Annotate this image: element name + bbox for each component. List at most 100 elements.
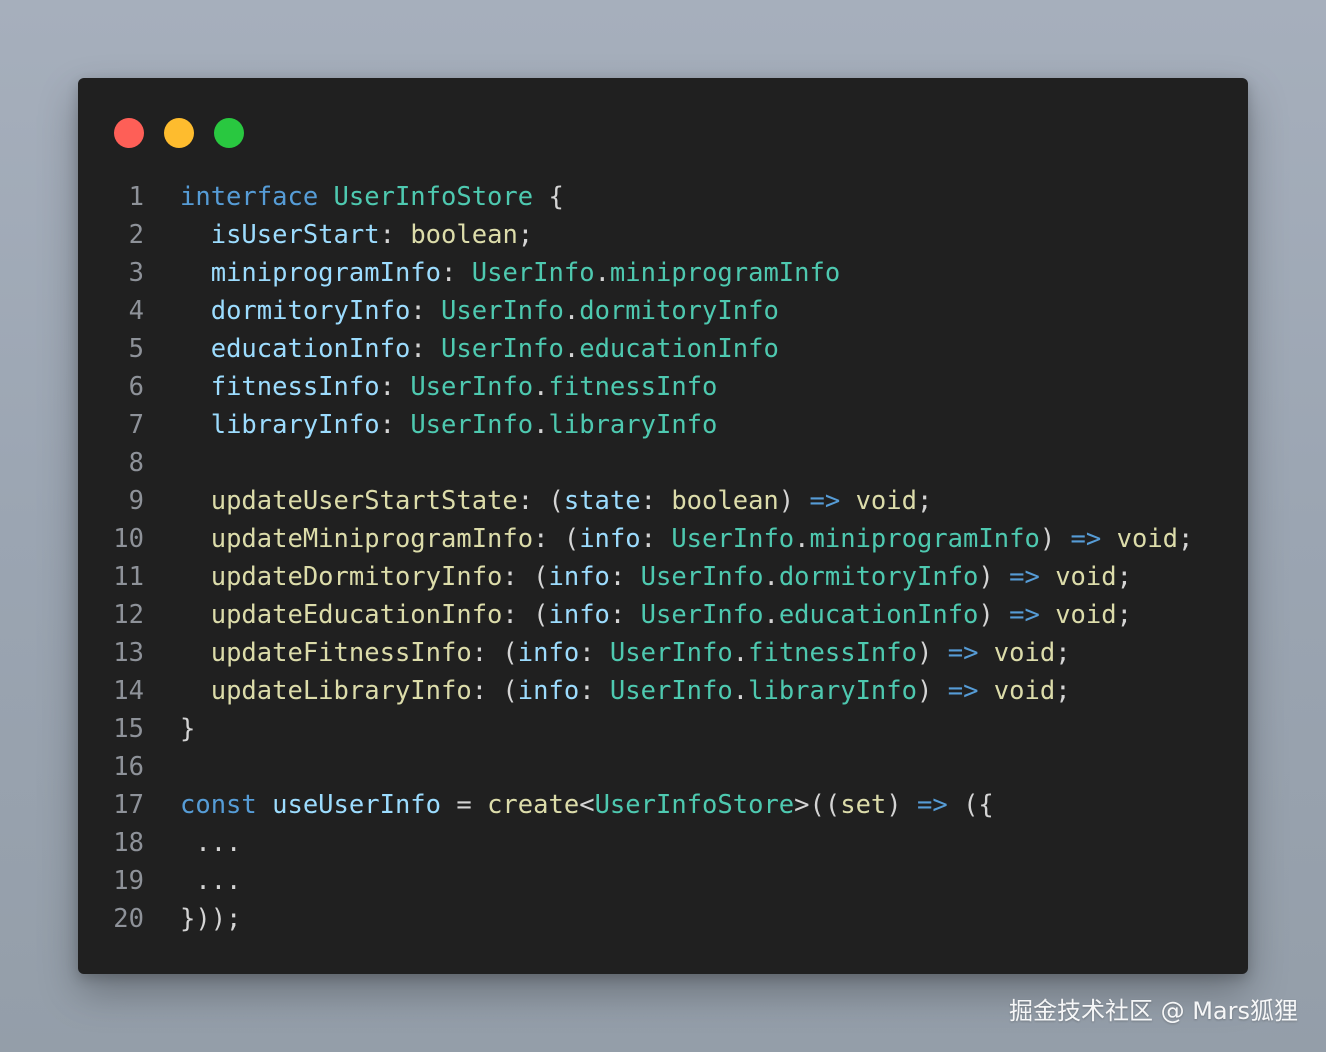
code-token: >(( — [794, 790, 841, 820]
code-line: 17 const useUserInfo = create<UserInfoSto… — [78, 786, 1248, 824]
code-token: create — [487, 790, 580, 820]
code-text: miniprogramInfo: UserInfo.miniprogramInf… — [180, 254, 841, 292]
code-token: ) — [778, 486, 810, 516]
code-text: updateUserStartState: (state: boolean) =… — [180, 482, 933, 520]
code-token: . — [732, 638, 749, 668]
code-token: : — [379, 220, 411, 250]
line-number: 13 — [113, 638, 144, 668]
code-token: state — [563, 486, 641, 516]
code-token: UserInfo — [609, 676, 733, 706]
code-line: 9 updateUserStartState: (state: boolean)… — [78, 482, 1248, 520]
code-token: ) — [886, 790, 917, 820]
code-token: . — [732, 676, 749, 706]
line-number: 19 — [113, 866, 144, 896]
code-token: updateLibraryInfo — [210, 676, 472, 706]
code-token: => — [917, 790, 948, 820]
code-line: 14 updateLibraryInfo: (info: UserInfo.li… — [78, 672, 1248, 710]
code-token: boolean — [410, 220, 518, 250]
code-token: : — [579, 638, 610, 668]
code-token: . — [533, 372, 549, 402]
line-number: 6 — [128, 372, 144, 402]
code-token: updateMiniprogramInfo — [210, 524, 534, 554]
code-text: updateMiniprogramInfo: (info: UserInfo.m… — [180, 520, 1194, 558]
code-text: interface UserInfoStore { — [180, 178, 564, 216]
line-number: 10 — [113, 524, 144, 554]
code-token: . — [533, 410, 549, 440]
code-token: = — [441, 790, 488, 820]
code-token: ) — [917, 638, 948, 668]
code-text: updateLibraryInfo: (info: UserInfo.libra… — [180, 672, 1071, 710]
code-token: ) — [978, 600, 1010, 630]
code-token: { — [533, 182, 564, 212]
code-text: const useUserInfo = create<UserInfoStore… — [180, 786, 994, 824]
code-token: : ( — [533, 524, 580, 554]
line-number: 4 — [128, 296, 144, 326]
code-token: : — [410, 296, 442, 326]
code-token: void — [1055, 562, 1117, 592]
code-token: ) — [978, 562, 1010, 592]
code-token: ; — [1178, 524, 1194, 554]
code-window: 1 interface UserInfoStore {2 isUserStart:… — [78, 78, 1248, 974]
code-token: dormitoryInfo — [579, 296, 779, 326]
code-token: UserInfo — [410, 372, 534, 402]
code-token: dormitoryInfo — [778, 562, 979, 592]
code-token: : — [579, 676, 610, 706]
line-number: 14 — [113, 676, 144, 706]
maximize-dot-icon[interactable] — [214, 118, 244, 148]
code-token: => — [1070, 524, 1102, 554]
code-text: ... — [180, 862, 241, 900]
code-token: updateEducationInfo — [210, 600, 503, 630]
code-token: . — [794, 524, 810, 554]
code-token: educationInfo — [778, 600, 979, 630]
watermark: 掘金技术社区 @ Mars狐狸 — [1008, 997, 1298, 1025]
code-token: . — [563, 334, 580, 364]
code-token: libraryInfo — [210, 410, 380, 440]
code-line: 6 fitnessInfo: UserInfo.fitnessInfo — [78, 368, 1248, 406]
code-token: UserInfo — [640, 600, 764, 630]
code-token: : ( — [471, 638, 518, 668]
code-line: 16 — [78, 748, 1248, 786]
code-token: ; — [1116, 562, 1132, 592]
code-token: isUserStart — [210, 220, 380, 250]
code-token: . — [594, 258, 610, 288]
code-token: fitnessInfo — [548, 372, 718, 402]
code-token: : — [410, 334, 442, 364]
code-text: updateEducationInfo: (info: UserInfo.edu… — [180, 596, 1132, 634]
code-token: ; — [517, 220, 534, 250]
line-number: 15 — [113, 714, 144, 744]
code-token: : — [379, 372, 411, 402]
line-number: 8 — [128, 448, 144, 478]
code-token: info — [517, 676, 580, 706]
code-token: . — [763, 600, 779, 630]
line-number: 9 — [128, 486, 144, 516]
code-token: interface — [180, 182, 319, 212]
code-text: })); — [180, 900, 241, 938]
close-dot-icon[interactable] — [114, 118, 144, 148]
code-token: miniprogramInfo — [809, 524, 1040, 554]
minimize-dot-icon[interactable] — [164, 118, 194, 148]
code-token: boolean — [671, 486, 779, 516]
code-block: 1 interface UserInfoStore {2 isUserStart:… — [78, 178, 1248, 938]
code-line: 4 dormitoryInfo: UserInfo.dormitoryInfo — [78, 292, 1248, 330]
code-token: : ( — [502, 600, 549, 630]
code-token: updateUserStartState — [210, 486, 518, 516]
code-line: 5 educationInfo: UserInfo.educationInfo — [78, 330, 1248, 368]
code-token: } — [180, 714, 196, 744]
code-token: : — [640, 524, 672, 554]
code-token: : ( — [471, 676, 518, 706]
code-token: ({ — [947, 790, 994, 820]
code-line: 19 ... — [78, 862, 1248, 900]
line-number: 5 — [128, 334, 144, 364]
code-line: 18 ... — [78, 824, 1248, 862]
